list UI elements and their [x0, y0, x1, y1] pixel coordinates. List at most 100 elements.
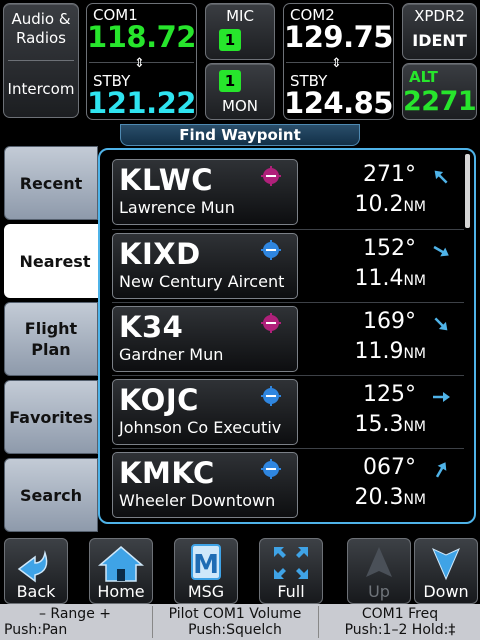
- waypoint-select-button[interactable]: KLWC Lawrence Mun: [112, 159, 298, 225]
- tab-nearest[interactable]: Nearest: [4, 224, 106, 298]
- distance-value: 11.4: [354, 266, 404, 291]
- msg-label: MSG: [187, 582, 225, 601]
- airport-blue-icon: [261, 240, 281, 260]
- bearing-arrow-icon: [433, 245, 449, 257]
- knob-separator-2: [318, 606, 319, 638]
- mon-button[interactable]: 1 MON: [205, 63, 275, 120]
- mid-knob-line2: Push:Squelch: [188, 622, 282, 638]
- waypoint-distance: 11.4NM: [354, 266, 426, 291]
- right-knob-line1: COM1 Freq: [361, 606, 439, 622]
- up-label: Up: [368, 582, 390, 601]
- com2-active-frequency: 129.75: [284, 20, 393, 54]
- tab-nearest-label: Nearest: [19, 251, 91, 271]
- up-arrow-icon: [366, 547, 392, 577]
- audio-radios-button[interactable]: Audio & Radios Intercom: [3, 3, 79, 118]
- waypoint-distance: 20.3NM: [354, 485, 426, 510]
- mon-label: MON: [222, 97, 258, 115]
- waypoint-bearing: 125°: [363, 382, 416, 407]
- waypoint-distance: 10.2NM: [354, 192, 426, 217]
- distance-value: 20.3: [354, 485, 404, 510]
- distance-unit: NM: [403, 492, 426, 508]
- waypoint-row[interactable]: K34 Gardner Mun 169° 11.9NM: [112, 302, 464, 372]
- xpdr-ident-button[interactable]: XPDR2 IDENT: [402, 3, 477, 60]
- fullscreen-icon: [274, 547, 308, 579]
- bearing-arrow-icon: [435, 462, 447, 478]
- waypoint-name: New Century Aircent: [119, 272, 285, 291]
- waypoint-select-button[interactable]: KMKC Wheeler Downtown: [112, 452, 298, 518]
- bearing-arrow-icon: [434, 170, 448, 184]
- waypoint-select-button[interactable]: K34 Gardner Mun: [112, 306, 298, 372]
- right-knob-legend: COM1 Freq Push:1–2 Hold:‡: [320, 606, 480, 638]
- waypoint-ident: K34: [119, 310, 184, 344]
- waypoint-row[interactable]: KMKC Wheeler Downtown 067° 20.3NM: [112, 448, 464, 518]
- list-scrollbar[interactable]: [465, 154, 470, 228]
- intercom-label[interactable]: Intercom: [4, 80, 78, 99]
- waypoint-row[interactable]: KLWC Lawrence Mun 271° 10.2NM: [112, 156, 464, 225]
- page-title: Find Waypoint: [120, 124, 360, 146]
- waypoint-ident: KMKC: [119, 456, 215, 490]
- tab-recent-label: Recent: [19, 173, 83, 193]
- down-arrow-icon: [432, 547, 460, 581]
- back-label: Back: [16, 582, 56, 601]
- waypoint-row[interactable]: KOJC Johnson Co Executiv 125° 15.3NM: [112, 375, 464, 445]
- home-icon: [97, 546, 145, 582]
- bearing-arrow-icon: [433, 392, 450, 402]
- tab-search[interactable]: Search: [4, 458, 98, 532]
- home-button[interactable]: Home: [89, 538, 153, 604]
- tab-search-label: Search: [20, 485, 82, 505]
- left-knob-line2: Push:Pan: [4, 622, 68, 638]
- waypoint-name: Lawrence Mun: [119, 198, 235, 217]
- full-button[interactable]: Full: [259, 538, 323, 604]
- waypoint-select-button[interactable]: KOJC Johnson Co Executiv: [112, 379, 298, 445]
- waypoint-ident: KIXD: [119, 237, 201, 271]
- knob-separator-1: [152, 606, 153, 638]
- squawk-code: 2271: [403, 86, 477, 117]
- waypoint-row[interactable]: KIXD New Century Aircent 152° 11.4NM: [112, 229, 464, 299]
- waypoint-ident: KLWC: [119, 163, 213, 197]
- distance-value: 11.9: [354, 339, 404, 364]
- waypoint-distance: 11.9NM: [354, 339, 426, 364]
- up-button[interactable]: Up: [347, 538, 411, 604]
- tab-favorites[interactable]: Favorites: [4, 380, 98, 454]
- waypoint-bearing: 067°: [363, 455, 416, 480]
- mic-com1-badge-icon: 1: [219, 29, 241, 51]
- audio-divider: [8, 60, 74, 61]
- waypoint-bearing: 169°: [363, 309, 416, 334]
- xpdr-label: XPDR2: [414, 7, 465, 25]
- ident-label: IDENT: [412, 31, 467, 50]
- waypoint-name: Wheeler Downtown: [119, 491, 276, 510]
- audio-label-line1: Audio &: [11, 10, 71, 28]
- distance-unit: NM: [403, 419, 426, 435]
- left-knob-legend: – Range + Push:Pan: [0, 606, 150, 638]
- distance-unit: NM: [403, 273, 426, 289]
- tab-flight-plan[interactable]: Flight Plan: [4, 302, 98, 376]
- down-button[interactable]: Down: [414, 538, 478, 604]
- com1-active-frequency: 118.72: [87, 20, 196, 54]
- xpdr-code-button[interactable]: ALT 2271: [402, 63, 477, 120]
- mid-knob-line1: Pilot COM1 Volume: [168, 606, 302, 622]
- airport-blue-icon: [261, 459, 281, 479]
- com2-frequency-box[interactable]: COM2 129.75 ⇕ STBY 124.85: [283, 3, 394, 120]
- full-label: Full: [277, 582, 305, 601]
- waypoint-bearing: 271°: [363, 162, 416, 187]
- distance-value: 15.3: [354, 412, 404, 437]
- audio-label-line2: Radios: [16, 29, 66, 47]
- left-knob-line1: – Range +: [38, 606, 111, 622]
- bearing-arrow-icon: [434, 317, 448, 331]
- com1-frequency-box[interactable]: COM1 118.72 ⇕ STBY 121.22: [86, 3, 197, 120]
- back-button[interactable]: Back: [4, 538, 68, 604]
- message-icon-letter: M: [193, 550, 219, 580]
- waypoint-list[interactable]: KLWC Lawrence Mun 271° 10.2NM KIXD New Centur…: [98, 148, 476, 524]
- waypoint-bearing: 152°: [363, 236, 416, 261]
- waypoint-ident: KOJC: [119, 383, 199, 417]
- tab-flight-plan-label1: Flight: [24, 319, 78, 338]
- msg-button[interactable]: M MSG: [174, 538, 238, 604]
- right-knob-line2: Push:1–2 Hold:‡: [344, 622, 456, 638]
- airport-blue-icon: [261, 386, 281, 406]
- waypoint-select-button[interactable]: KIXD New Century Aircent: [112, 233, 298, 299]
- tab-recent[interactable]: Recent: [4, 146, 98, 220]
- back-arrow-icon: [17, 550, 48, 583]
- mic-button[interactable]: MIC 1: [205, 3, 275, 60]
- airport-magenta-icon: [261, 313, 281, 333]
- com2-standby-frequency: 124.85: [284, 86, 393, 120]
